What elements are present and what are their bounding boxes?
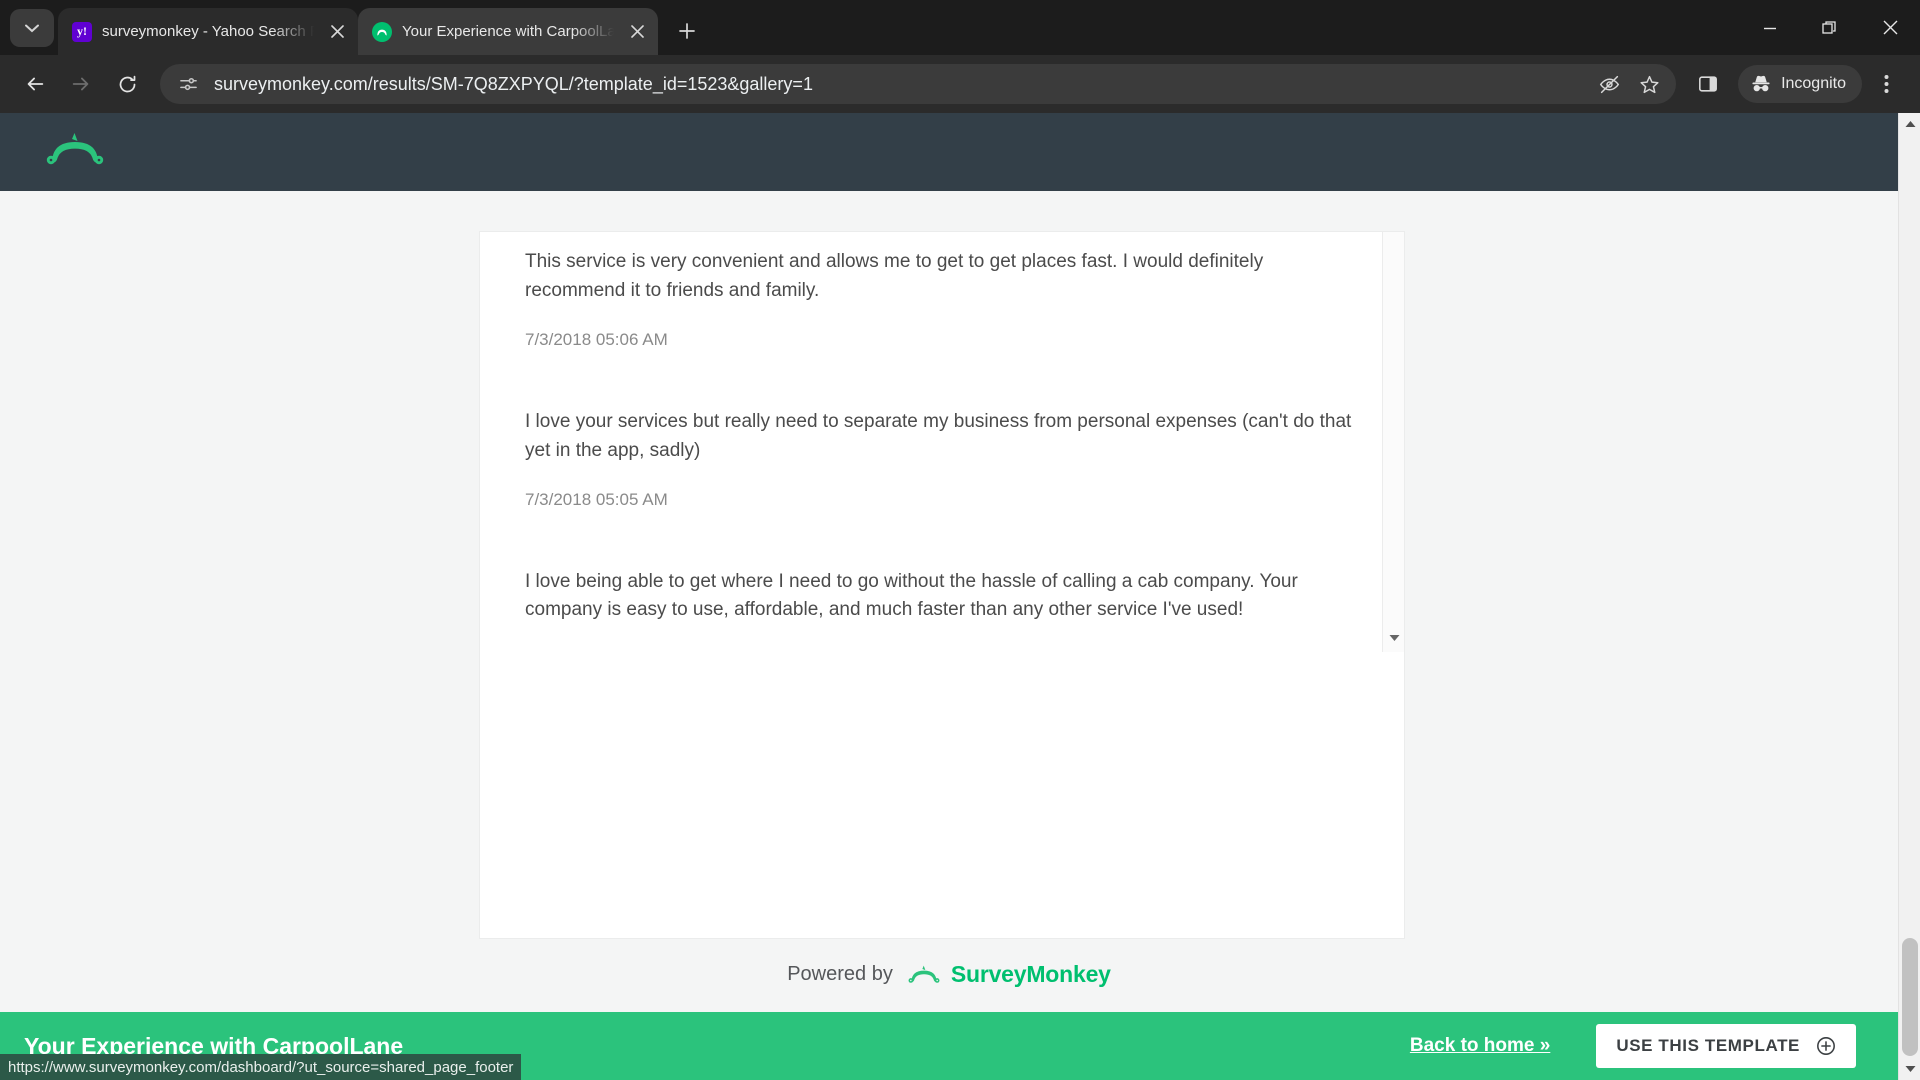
tab-close-button[interactable] (624, 19, 650, 45)
chevron-down-icon (1905, 1066, 1915, 1072)
plus-icon (679, 23, 695, 39)
powered-by-row: Powered by SurveyMonkey (0, 961, 1898, 988)
browser-menu-button[interactable] (1866, 64, 1906, 104)
back-to-home-link[interactable]: Back to home » (1410, 1035, 1550, 1057)
site-header (0, 113, 1898, 191)
reload-button[interactable] (106, 63, 148, 105)
star-icon[interactable] (1630, 65, 1668, 103)
restore-icon (1822, 20, 1836, 34)
browser-window: y! surveymonkey - Yahoo Search R Your Ex… (0, 0, 1920, 1080)
tab-title: Your Experience with CarpoolLa (402, 23, 614, 40)
forward-arrow-icon (72, 77, 89, 91)
scroll-up-button[interactable] (1899, 113, 1920, 135)
chevron-up-icon (1905, 121, 1915, 127)
brand-name: SurveyMonkey (950, 961, 1111, 987)
response-date: 7/3/2018 05:06 AM (525, 329, 668, 349)
page-settings-icon[interactable] (176, 72, 200, 96)
response-item: I love being able to get where I need to… (480, 552, 1404, 653)
tab-yahoo-search[interactable]: y! surveymonkey - Yahoo Search R (58, 8, 358, 55)
side-panel-button[interactable] (1688, 64, 1728, 104)
powered-by-label: Powered by (787, 963, 893, 985)
address-bar[interactable]: surveymonkey.com/results/SM-7Q8ZXPYQL/?t… (160, 64, 1677, 104)
incognito-indicator[interactable]: Incognito (1738, 65, 1862, 103)
response-date: 7/3/2018 05:05 AM (525, 489, 668, 509)
tab-title: surveymonkey - Yahoo Search R (102, 23, 314, 40)
status-bar-url-text: https://www.surveymonkey.com/dashboard/?… (8, 1058, 514, 1076)
response-text: I love your services but really need to … (525, 410, 1352, 461)
reload-icon (119, 75, 135, 92)
surveymonkey-logo-icon[interactable] (44, 130, 106, 175)
incognito-label: Incognito (1781, 75, 1846, 92)
page-body: This service is very convenient and allo… (0, 191, 1898, 1080)
eye-off-icon[interactable] (1590, 65, 1628, 103)
incognito-hat-icon (1752, 75, 1770, 92)
yahoo-icon: y! (72, 21, 92, 42)
responses-scroll-region[interactable]: This service is very convenient and allo… (480, 232, 1404, 652)
close-icon (630, 25, 644, 38)
page-viewport: This service is very convenient and allo… (0, 113, 1920, 1080)
surveymonkey-brand[interactable]: SurveyMonkey (907, 961, 1111, 988)
maximize-button[interactable] (1800, 4, 1860, 52)
response-text: This service is very convenient and allo… (525, 251, 1264, 301)
status-bar-url: https://www.surveymonkey.com/dashboard/?… (0, 1054, 522, 1080)
plus-circle-icon (1817, 1037, 1835, 1055)
minimize-button[interactable] (1740, 4, 1800, 52)
chevron-down-icon (1389, 635, 1399, 641)
three-dot-menu-icon (1884, 75, 1888, 93)
use-this-template-button[interactable]: USE THIS TEMPLATE (1596, 1024, 1856, 1068)
responses-scrollbar[interactable] (1382, 232, 1404, 652)
side-panel-icon (1699, 76, 1718, 92)
new-tab-button[interactable] (668, 12, 706, 50)
close-window-button[interactable] (1860, 4, 1920, 52)
tab-search-button[interactable] (10, 9, 54, 47)
tab-strip: y! surveymonkey - Yahoo Search R Your Ex… (0, 0, 1920, 55)
tab-close-button[interactable] (324, 19, 350, 45)
surveymonkey-logo-icon (908, 965, 940, 983)
tab-carpoollane-survey[interactable]: Your Experience with CarpoolLa (358, 8, 658, 55)
close-icon (330, 25, 344, 38)
scrollbar-thumb[interactable] (1902, 938, 1918, 1056)
forward-button[interactable] (60, 63, 102, 105)
page-scrollbar[interactable] (1898, 113, 1920, 1080)
address-bar-url[interactable]: surveymonkey.com/results/SM-7Q8ZXPYQL/?t… (214, 74, 1590, 95)
back-arrow-icon (27, 77, 44, 91)
close-icon (1883, 20, 1897, 35)
back-button[interactable] (14, 63, 56, 105)
response-text: I love being able to get where I need to… (525, 570, 1298, 621)
scroll-down-button[interactable] (1383, 628, 1404, 648)
scroll-down-button[interactable] (1899, 1058, 1920, 1080)
response-item: I love your services but really need to … (480, 392, 1404, 510)
response-date: 7/3/2018 05:04 AM (525, 649, 1364, 652)
omnibox-actions (1590, 65, 1668, 103)
response-item: This service is very convenient and allo… (480, 232, 1404, 350)
window-controls (1740, 0, 1920, 55)
browser-toolbar: surveymonkey.com/results/SM-7Q8ZXPYQL/?t… (0, 55, 1920, 113)
surveymonkey-icon (372, 21, 392, 42)
minimize-icon (1764, 27, 1776, 29)
chevron-down-icon (25, 24, 39, 32)
responses-card: This service is very convenient and allo… (480, 232, 1404, 938)
use-this-template-label: USE THIS TEMPLATE (1616, 1036, 1800, 1055)
